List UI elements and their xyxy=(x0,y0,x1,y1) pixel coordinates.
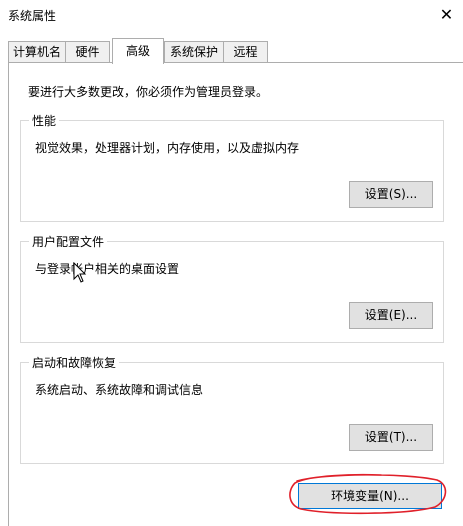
user-profiles-settings-button[interactable]: 设置(E)... xyxy=(349,302,433,329)
group-startup-recovery-legend: 启动和故障恢复 xyxy=(29,354,120,371)
tab-advanced[interactable]: 高级 xyxy=(112,38,164,64)
tab-strip: 计算机名 硬件 高级 系统保护 远程 xyxy=(0,38,463,64)
tab-hardware[interactable]: 硬件 xyxy=(65,41,110,62)
group-performance: 性能 视觉效果，处理器计划，内存使用，以及虚拟内存 设置(S)... xyxy=(20,112,444,222)
tab-computer-name[interactable]: 计算机名 xyxy=(8,41,66,62)
performance-description: 视觉效果，处理器计划，内存使用，以及虚拟内存 xyxy=(35,141,300,155)
tab-remote[interactable]: 远程 xyxy=(223,41,268,62)
group-user-profiles: 用户配置文件 与登录帐户相关的桌面设置 设置(E)... xyxy=(20,233,444,343)
window-title: 系统属性 xyxy=(8,9,57,23)
admin-note: 要进行大多数更改，你必须作为管理员登录。 xyxy=(28,85,269,99)
group-startup-recovery: 启动和故障恢复 系统启动、系统故障和调试信息 设置(T)... xyxy=(20,354,444,464)
close-icon[interactable]: ✕ xyxy=(430,0,463,30)
user-profiles-description: 与登录帐户相关的桌面设置 xyxy=(35,262,180,276)
mouse-cursor-icon xyxy=(73,262,87,283)
startup-recovery-settings-button[interactable]: 设置(T)... xyxy=(349,424,433,451)
tab-system-protection[interactable]: 系统保护 xyxy=(164,41,224,62)
group-performance-legend: 性能 xyxy=(29,112,60,129)
title-bar: 系统属性 ✕ xyxy=(0,0,463,30)
environment-variables-button[interactable]: 环境变量(N)... xyxy=(298,483,442,509)
startup-recovery-description: 系统启动、系统故障和调试信息 xyxy=(35,383,204,397)
group-user-profiles-legend: 用户配置文件 xyxy=(29,233,108,250)
performance-settings-button[interactable]: 设置(S)... xyxy=(349,181,433,208)
